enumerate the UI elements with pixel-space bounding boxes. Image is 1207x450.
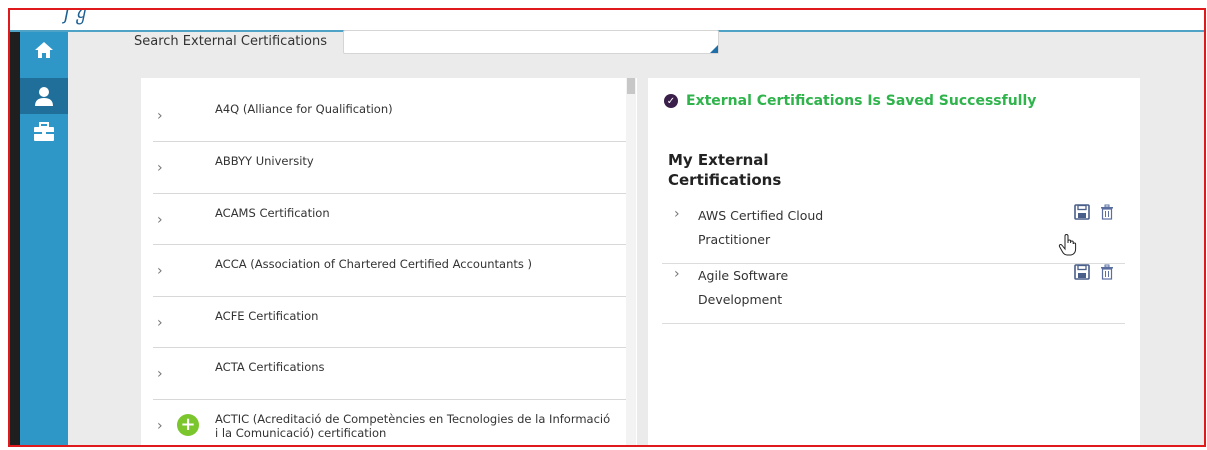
trash-icon[interactable]: [1099, 204, 1115, 220]
sidebar-item-tools[interactable]: [20, 114, 68, 150]
trash-icon[interactable]: [1099, 264, 1115, 280]
chevron-right-icon[interactable]: ›: [674, 206, 680, 222]
home-icon: [35, 42, 53, 58]
my-cert-row[interactable]: › Agile Software Development: [662, 264, 1125, 324]
logo: ʃ ყ: [64, 8, 86, 25]
add-certification-button[interactable]: +: [177, 414, 199, 436]
my-certifications-panel: ✓ External Certifications Is Saved Succe…: [648, 78, 1140, 445]
my-certifications-title: My External Certifications: [668, 151, 782, 189]
list-item[interactable]: › ACFE Certification: [153, 297, 626, 348]
list-item[interactable]: › A4Q (Alliance for Qualification): [153, 78, 626, 142]
chevron-right-icon[interactable]: ›: [674, 266, 680, 282]
cert-name: A4Q (Alliance for Qualification): [215, 102, 393, 116]
list-item[interactable]: › ACTA Certifications: [153, 348, 626, 400]
cert-name: ABBYY University: [215, 154, 314, 168]
chevron-right-icon[interactable]: ›: [157, 315, 163, 331]
cert-name: ACFE Certification: [215, 309, 319, 323]
list-item[interactable]: › + ACTIC (Acreditació de Competències e…: [153, 400, 626, 445]
my-cert-name: AWS Certified Cloud Practitioner: [698, 208, 824, 247]
my-cert-row[interactable]: › AWS Certified Cloud Practitioner: [662, 204, 1125, 264]
chevron-right-icon[interactable]: ›: [157, 212, 163, 228]
user-icon: [35, 87, 53, 106]
cert-name: ACTA Certifications: [215, 360, 325, 374]
screen-frame: ʃ ყ Search External Certifications › A4Q…: [8, 8, 1206, 447]
list-item[interactable]: › ACAMS Certification: [153, 194, 626, 245]
scroll-thumb[interactable]: [627, 78, 635, 94]
sidebar: [20, 32, 68, 445]
search-label: Search External Certifications: [134, 34, 327, 49]
success-text: External Certifications Is Saved Success…: [686, 93, 1037, 109]
chevron-right-icon[interactable]: ›: [157, 366, 163, 382]
my-cert-name: Agile Software Development: [698, 268, 789, 307]
chevron-right-icon[interactable]: ›: [157, 108, 163, 124]
search-input[interactable]: [343, 30, 719, 54]
chevron-right-icon[interactable]: ›: [157, 418, 163, 434]
list-item[interactable]: › ABBYY University: [153, 142, 626, 194]
save-icon[interactable]: [1074, 264, 1090, 280]
window-edge: [10, 32, 20, 445]
check-circle-icon: ✓: [664, 94, 678, 108]
cert-name: ACTIC (Acreditació de Competències en Te…: [215, 412, 611, 440]
list-scrollbar[interactable]: [626, 78, 636, 445]
main-content: Search External Certifications › A4Q (Al…: [68, 30, 1204, 445]
save-icon[interactable]: [1074, 204, 1090, 220]
sidebar-item-home[interactable]: [20, 32, 68, 68]
sidebar-item-profile[interactable]: [20, 78, 68, 114]
chevron-right-icon[interactable]: ›: [157, 160, 163, 176]
toolbox-icon: [34, 122, 54, 141]
top-bar: ʃ ყ: [10, 8, 1204, 32]
hand-cursor-icon: [1058, 234, 1077, 256]
cert-name: ACCA (Association of Chartered Certified…: [215, 257, 533, 271]
cert-name: ACAMS Certification: [215, 206, 330, 220]
success-message: ✓ External Certifications Is Saved Succe…: [664, 93, 1036, 109]
certification-list: › A4Q (Alliance for Qualification) › ABB…: [141, 78, 637, 445]
list-item[interactable]: › ACCA (Association of Chartered Certifi…: [153, 245, 626, 297]
chevron-right-icon[interactable]: ›: [157, 263, 163, 279]
